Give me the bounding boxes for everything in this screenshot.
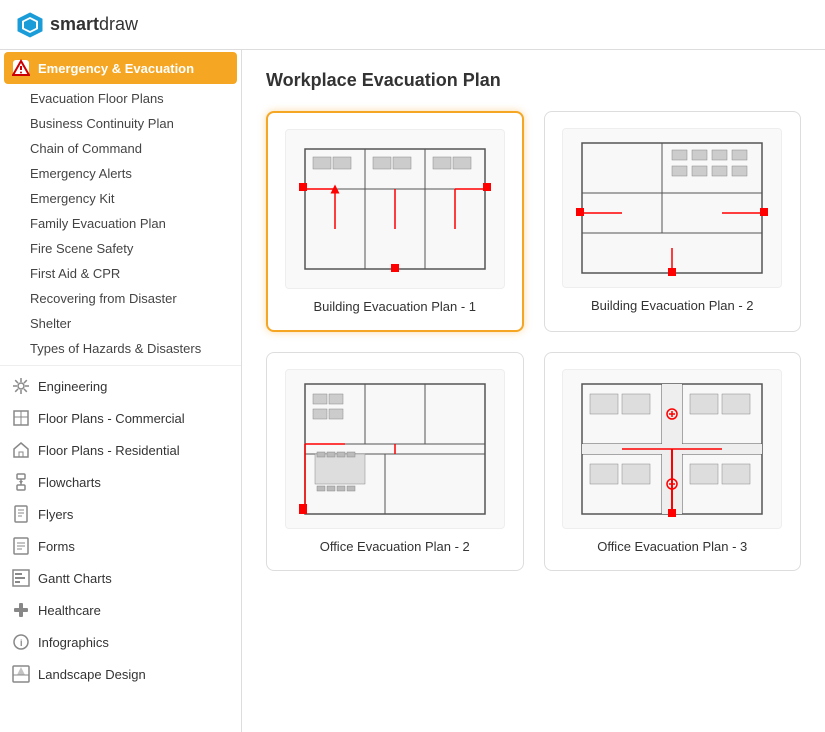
floor-commercial-icon [12, 409, 30, 427]
engineering-icon [12, 377, 30, 395]
sidebar-sub-fire-scene[interactable]: Fire Scene Safety [0, 236, 241, 261]
sidebar-item-flyers[interactable]: Flyers [0, 498, 241, 530]
template-label-bep1: Building Evacuation Plan - 1 [313, 299, 476, 314]
sidebar-item-forms[interactable]: Forms [0, 530, 241, 562]
sidebar-item-floor-residential[interactable]: Floor Plans - Residential [0, 434, 241, 466]
app-header: smartdraw [0, 0, 825, 50]
forms-icon [12, 537, 30, 555]
sidebar-item-infographics[interactable]: i Infographics [0, 626, 241, 658]
sidebar-item-engineering-label: Engineering [38, 379, 107, 394]
flowchart-icon [12, 473, 30, 491]
floor-residential-icon [12, 441, 30, 459]
sidebar-item-healthcare-label: Healthcare [38, 603, 101, 618]
template-label-oep3: Office Evacuation Plan - 3 [597, 539, 747, 554]
template-thumb-oep2 [285, 369, 505, 529]
sidebar-sub-emergency-kit[interactable]: Emergency Kit [0, 186, 241, 211]
template-card-oep3[interactable]: Office Evacuation Plan - 3 [544, 352, 802, 571]
template-card-bep2[interactable]: Building Evacuation Plan - 2 [544, 111, 802, 332]
template-label-bep2: Building Evacuation Plan - 2 [591, 298, 754, 313]
sidebar-item-infographics-label: Infographics [38, 635, 109, 650]
sidebar-item-landscape[interactable]: Landscape Design [0, 658, 241, 690]
sidebar-sub-first-aid[interactable]: First Aid & CPR [0, 261, 241, 286]
template-thumb-oep3 [562, 369, 782, 529]
svg-text:i: i [20, 638, 23, 648]
sidebar-item-floor-commercial-label: Floor Plans - Commercial [38, 411, 185, 426]
gantt-icon [12, 569, 30, 587]
sidebar-sub-shelter[interactable]: Shelter [0, 311, 241, 336]
sidebar-item-flowcharts-label: Flowcharts [38, 475, 101, 490]
sidebar-sub-business-continuity[interactable]: Business Continuity Plan [0, 111, 241, 136]
sidebar: Emergency & Evacuation Evacuation Floor … [0, 50, 242, 732]
content-area: Workplace Evacuation Plan [242, 50, 825, 732]
sidebar-sub-types-hazards[interactable]: Types of Hazards & Disasters [0, 336, 241, 361]
template-card-oep2[interactable]: Office Evacuation Plan - 2 [266, 352, 524, 571]
sidebar-item-landscape-label: Landscape Design [38, 667, 146, 682]
logo-text: smartdraw [50, 14, 138, 35]
sidebar-item-healthcare[interactable]: Healthcare [0, 594, 241, 626]
sidebar-item-engineering[interactable]: Engineering [0, 370, 241, 402]
sidebar-item-gantt[interactable]: Gantt Charts [0, 562, 241, 594]
page-title: Workplace Evacuation Plan [266, 70, 801, 91]
template-thumb-bep1 [285, 129, 505, 289]
sidebar-item-flyers-label: Flyers [38, 507, 73, 522]
logo-icon [16, 11, 44, 39]
healthcare-icon [12, 601, 30, 619]
templates-grid: Building Evacuation Plan - 1 [266, 111, 801, 571]
template-thumb-bep2 [562, 128, 782, 288]
landscape-icon [12, 665, 30, 683]
template-card-bep1[interactable]: Building Evacuation Plan - 1 [266, 111, 524, 332]
sidebar-sub-chain-of-command[interactable]: Chain of Command [0, 136, 241, 161]
infographics-icon: i [12, 633, 30, 651]
sidebar-item-floor-residential-label: Floor Plans - Residential [38, 443, 180, 458]
warning-icon [12, 59, 30, 77]
sidebar-divider-1 [0, 365, 241, 366]
sidebar-sub-emergency-alerts[interactable]: Emergency Alerts [0, 161, 241, 186]
main-layout: Emergency & Evacuation Evacuation Floor … [0, 50, 825, 732]
sidebar-item-forms-label: Forms [38, 539, 75, 554]
sidebar-item-emergency-label: Emergency & Evacuation [38, 61, 194, 76]
sidebar-item-floor-commercial[interactable]: Floor Plans - Commercial [0, 402, 241, 434]
template-label-oep2: Office Evacuation Plan - 2 [320, 539, 470, 554]
sidebar-item-flowcharts[interactable]: Flowcharts [0, 466, 241, 498]
sidebar-sub-family-evacuation[interactable]: Family Evacuation Plan [0, 211, 241, 236]
flyers-icon [12, 505, 30, 523]
sidebar-sub-evacuation-floor-plans[interactable]: Evacuation Floor Plans [0, 86, 241, 111]
sidebar-item-gantt-label: Gantt Charts [38, 571, 112, 586]
sidebar-item-emergency[interactable]: Emergency & Evacuation [4, 52, 237, 84]
logo: smartdraw [16, 11, 138, 39]
sidebar-sub-recovering[interactable]: Recovering from Disaster [0, 286, 241, 311]
